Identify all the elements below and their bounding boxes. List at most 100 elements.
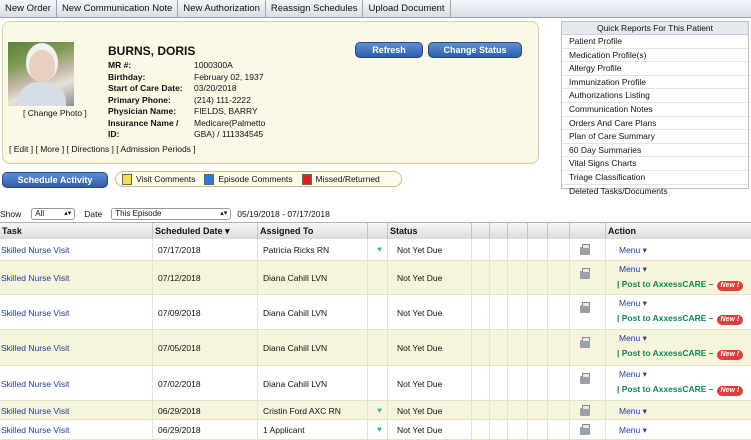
insurance-name-label: Insurance Name /	[108, 117, 179, 128]
action-menu[interactable]: Menu ▾	[619, 425, 647, 436]
quick-report-communication-notes[interactable]: Communication Notes	[562, 103, 748, 117]
scheduled-date: 06/29/2018	[158, 425, 201, 435]
blank-column-header	[528, 223, 548, 239]
print-icon[interactable]	[580, 405, 590, 416]
quick-report-immunization-profile[interactable]: Immunization Profile	[562, 76, 748, 90]
print-icon[interactable]	[580, 373, 590, 384]
quick-report-60-day-summaries[interactable]: 60 Day Summaries	[562, 144, 748, 158]
mr-value: 1000300A	[194, 60, 233, 70]
birthday-label: Birthday:	[108, 71, 146, 82]
sort-desc-icon: ▾	[225, 226, 230, 236]
reassign-schedules-button[interactable]: Reassign Schedules	[266, 0, 364, 17]
post-to-axxesscare-link[interactable]: | Post to AxxessCARE – New !	[617, 279, 744, 291]
blank-column-header	[570, 223, 606, 239]
heart-icon: ♥	[377, 405, 383, 415]
show-select[interactable]: All ▴▾	[31, 208, 76, 220]
date-range: 05/19/2018 - 07/17/2018	[237, 209, 330, 219]
table-row: Skilled Nurse Visit 07/09/2018 Diana Cahil…	[0, 295, 751, 330]
scheduled-date: 07/17/2018	[158, 245, 201, 255]
edit-link[interactable]: [ Edit ]	[9, 144, 33, 154]
blank-column-header	[490, 223, 508, 239]
insurance-id-value: GBA) / 111334545	[194, 129, 264, 139]
top-toolbar: New Order New Communication Note New Aut…	[0, 0, 751, 18]
quick-report-authorizations-listing[interactable]: Authorizations Listing	[562, 89, 748, 103]
assigned-to: Diana Cahill LVN	[263, 308, 328, 318]
new-authorization-button[interactable]: New Authorization	[178, 0, 266, 17]
print-icon[interactable]	[580, 302, 590, 313]
post-to-axxesscare-link[interactable]: | Post to AxxessCARE – New !	[617, 313, 744, 325]
status-text: Not Yet Due	[397, 343, 443, 353]
action-menu[interactable]: Menu ▾	[619, 245, 647, 256]
missed-returned-label: Missed/Returned	[315, 174, 380, 184]
quick-report-patient-profile[interactable]: Patient Profile	[562, 35, 748, 49]
assigned-to-column-header[interactable]: Assigned To	[258, 223, 368, 239]
table-row: Skilled Nurse Visit 06/29/2018 Cristin For…	[0, 401, 751, 420]
scheduled-date-column-header[interactable]: Scheduled Date ▾	[153, 223, 258, 239]
post-to-axxesscare-link[interactable]: | Post to AxxessCARE – New !	[617, 348, 744, 360]
quick-report-plan-of-care-summary[interactable]: Plan of Care Summary	[562, 130, 748, 144]
assigned-to: 1 Applicant	[263, 425, 305, 435]
visit-comments-swatch	[122, 173, 132, 185]
new-badge: New !	[716, 350, 744, 360]
print-icon[interactable]	[580, 244, 590, 255]
physician-name-value: FIELDS, BARRY	[194, 106, 258, 116]
blank-column-header	[548, 223, 570, 239]
refresh-button[interactable]: Refresh	[355, 42, 423, 58]
action-menu[interactable]: Menu ▾	[619, 369, 647, 380]
insurance-name-value: Medicare(Palmetto	[194, 117, 266, 128]
status-text: Not Yet Due	[397, 379, 443, 389]
more-link[interactable]: [ More ]	[35, 144, 64, 154]
quick-report-vital-signs-charts[interactable]: Vital Signs Charts	[562, 157, 748, 171]
directions-link[interactable]: [ Directions ]	[67, 144, 114, 154]
action-menu[interactable]: Menu ▾	[619, 406, 647, 417]
heart-icon: ♥	[377, 244, 383, 254]
primary-phone-value: (214) 111-2222	[194, 94, 251, 105]
print-icon[interactable]	[580, 268, 590, 279]
heart-icon: ♥	[377, 424, 383, 434]
blank-column-header	[472, 223, 490, 239]
task-link[interactable]: Skilled Nurse Visit	[1, 343, 69, 353]
task-link[interactable]: Skilled Nurse Visit	[1, 425, 69, 435]
new-communication-note-button[interactable]: New Communication Note	[57, 0, 179, 17]
action-menu[interactable]: Menu ▾	[619, 333, 647, 344]
task-link[interactable]: Skilled Nurse Visit	[1, 406, 69, 416]
task-column-header[interactable]: Task	[0, 223, 153, 239]
task-link[interactable]: Skilled Nurse Visit	[1, 308, 69, 318]
quick-report-orders-and-care-plans[interactable]: Orders And Care Plans	[562, 117, 748, 131]
status-column-header[interactable]: Status	[388, 223, 472, 239]
print-icon[interactable]	[580, 424, 590, 435]
quick-report-triage-classification[interactable]: Triage Classification	[562, 171, 748, 185]
patient-photo	[8, 42, 74, 106]
start-of-care-label: Start of Care Date:	[108, 83, 183, 93]
task-link[interactable]: Skilled Nurse Visit	[1, 273, 69, 283]
show-label: Show	[0, 209, 22, 219]
print-icon[interactable]	[580, 337, 590, 348]
quick-report-medication-profiles[interactable]: Medication Profile(s)	[562, 49, 748, 63]
action-menu[interactable]: Menu ▾	[619, 264, 647, 275]
table-row: Skilled Nurse Visit 07/12/2018 Diana Cahil…	[0, 261, 751, 295]
scheduled-date: 07/05/2018	[158, 343, 201, 353]
quick-report-deleted-tasks[interactable]: Deleted Tasks/Documents	[562, 185, 748, 198]
date-label: Date	[84, 209, 103, 219]
scheduled-date: 07/02/2018	[158, 379, 201, 389]
post-to-axxesscare-link[interactable]: | Post to AxxessCARE – New !	[617, 384, 744, 396]
blank-column-header	[368, 223, 388, 239]
schedule-activity-button[interactable]: Schedule Activity	[2, 172, 108, 188]
new-order-button[interactable]: New Order	[0, 0, 57, 17]
admission-periods-link[interactable]: [ Admission Periods ]	[116, 144, 195, 154]
comment-legend: Visit Comments Episode Comments Missed/R…	[115, 171, 402, 187]
select-arrow-icon: ▴▾	[220, 210, 228, 217]
status-text: Not Yet Due	[397, 273, 443, 283]
task-link[interactable]: Skilled Nurse Visit	[1, 379, 69, 389]
quick-report-allergy-profile[interactable]: Allergy Profile	[562, 62, 748, 76]
date-select[interactable]: This Episode ▴▾	[111, 208, 232, 220]
assigned-to: Diana Cahill LVN	[263, 343, 328, 353]
start-of-care-value: 03/20/2018	[194, 83, 237, 93]
change-status-button[interactable]: Change Status	[428, 42, 522, 58]
task-link[interactable]: Skilled Nurse Visit	[1, 245, 69, 255]
change-photo-link[interactable]: [ Change Photo ]	[23, 108, 87, 118]
assigned-to: Diana Cahill LVN	[263, 379, 328, 389]
action-column-header: Action	[608, 226, 636, 236]
upload-document-button[interactable]: Upload Document	[363, 0, 451, 17]
action-menu[interactable]: Menu ▾	[619, 298, 647, 309]
